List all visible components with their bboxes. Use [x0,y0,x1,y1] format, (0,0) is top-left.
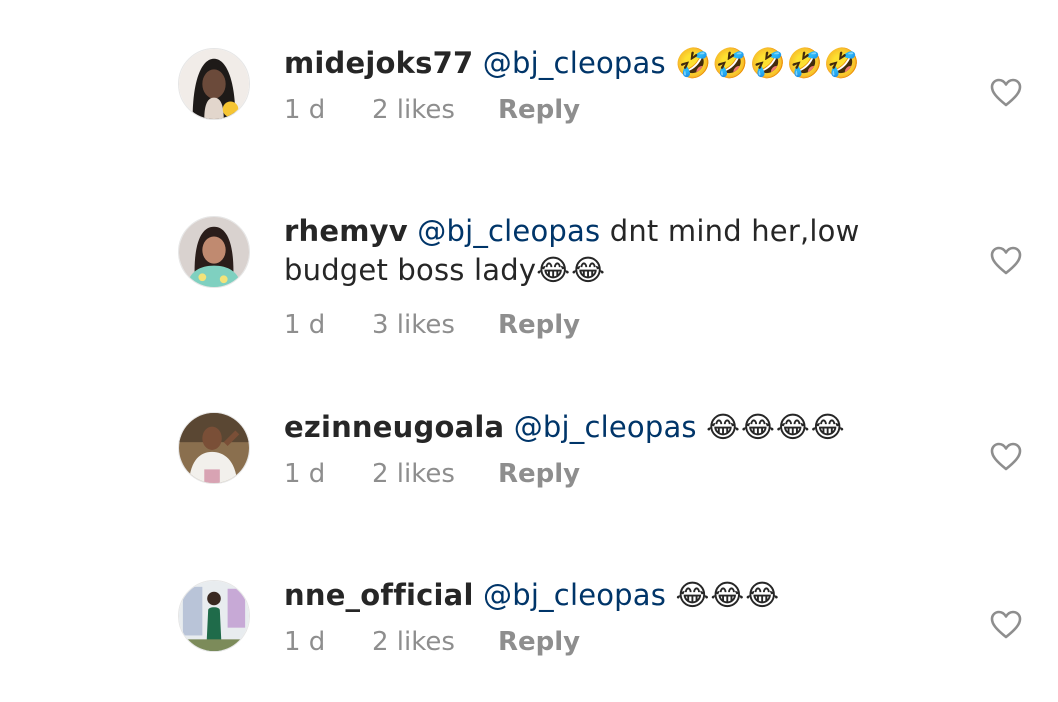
comment-mention[interactable]: @bj_cleopas [483,578,666,612]
avatar-image [179,49,249,119]
comment-time: 1 d [284,459,326,489]
comment-body [666,46,675,80]
comment-text: nne_official @bj_cleopas 😂😂😂 [284,576,924,615]
comment-likes[interactable]: 2 likes [372,457,498,491]
comment-username[interactable]: rhemyv [284,214,408,248]
comment-likes[interactable]: 2 likes [372,625,498,659]
like-heart-icon[interactable] [990,442,1022,472]
comments-list: midejoks77 @bj_cleopas 🤣🤣🤣🤣🤣 1 d2 likes R… [0,0,1058,702]
comment-mention[interactable]: @bj_cleopas [483,46,666,80]
comment-emojis: 😂😂 [536,253,607,287]
reply-button[interactable]: Reply [498,457,580,491]
reply-button[interactable]: Reply [498,625,580,659]
like-heart-icon[interactable] [990,246,1022,276]
comment-meta: 1 d 2 likes Reply [284,457,924,491]
avatar[interactable] [178,412,250,484]
comment-likes[interactable]: 3 likes [372,308,498,342]
avatar-image [179,217,249,287]
comment-emojis: 😂😂😂😂 [706,410,846,444]
comment-username[interactable]: nne_official [284,578,474,612]
comment-time: 1 d [284,95,326,125]
comment-emojis: 🤣🤣🤣🤣🤣 [675,46,861,80]
avatar[interactable] [178,216,250,288]
avatar[interactable] [178,580,250,652]
comment-text: midejoks77 @bj_cleopas 🤣🤣🤣🤣🤣 [284,44,924,83]
comment-body [666,578,675,612]
comment-username[interactable]: midejoks77 [284,46,473,80]
comment-text: rhemyv @bj_cleopas dnt mind her,low budg… [284,212,924,290]
avatar-image [179,581,249,651]
comment-mention[interactable]: @bj_cleopas [514,410,697,444]
avatar-image [179,413,249,483]
comment-time: 1 d [284,627,326,657]
comment-text: ezinneugoala @bj_cleopas 😂😂😂😂 [284,408,924,447]
comment-meta: 1 d 3 likes Reply [284,308,924,342]
comment-body [697,410,706,444]
reply-button[interactable]: Reply [498,93,580,127]
like-heart-icon[interactable] [990,610,1022,640]
comment-time: 1 d [284,310,326,340]
comment-username[interactable]: ezinneugoala [284,410,504,444]
avatar[interactable] [178,48,250,120]
comment-meta: 1 d 2 likes Reply [284,93,924,127]
like-heart-icon[interactable] [990,78,1022,108]
comment-emojis: 😂😂😂 [675,578,781,612]
comment-likes[interactable]: 2 likes [372,93,498,127]
comment-meta: 1 d 2 likes Reply [284,625,924,659]
reply-button[interactable]: Reply [498,308,580,342]
comment-mention[interactable]: @bj_cleopas [417,214,600,248]
